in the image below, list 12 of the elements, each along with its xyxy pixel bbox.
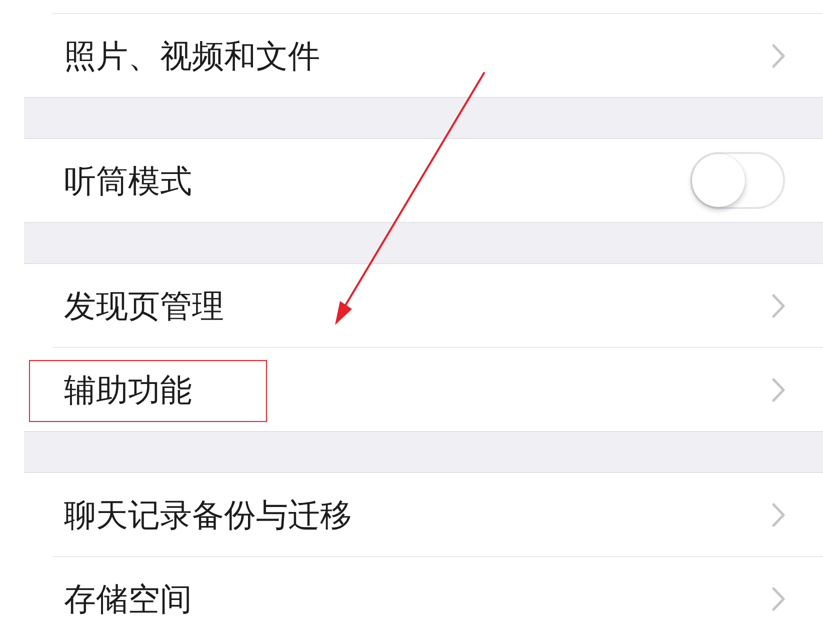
chevron-icon [772, 294, 785, 318]
settings-row[interactable]: 辅助功能 [24, 348, 823, 431]
settings-row[interactable]: 存储空间 [24, 557, 823, 635]
toggle-switch[interactable] [690, 152, 785, 209]
settings-row[interactable]: 发现页管理 [24, 264, 823, 347]
settings-row[interactable]: 聊天记录备份与迁移 [24, 473, 823, 556]
chevron-icon [772, 44, 785, 68]
chevron-icon [772, 378, 785, 402]
chevron-icon [772, 586, 785, 610]
settings-row[interactable]: 照片、视频和文件 [24, 14, 823, 97]
setting-label: 听筒模式 [64, 160, 192, 202]
chevron-icon [772, 502, 785, 526]
